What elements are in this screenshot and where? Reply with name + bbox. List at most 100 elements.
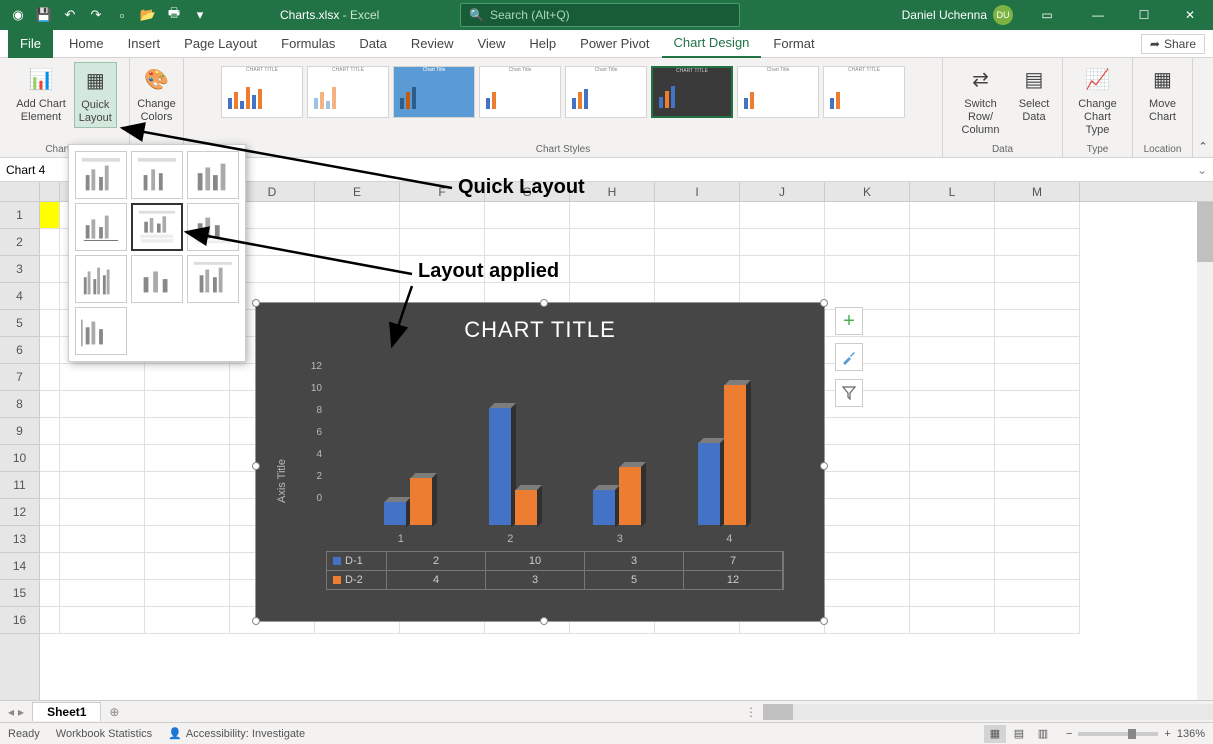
zoom-slider[interactable]: [1078, 732, 1158, 736]
maximize-button[interactable]: ☐: [1121, 0, 1167, 30]
layout-1[interactable]: [75, 151, 127, 199]
row-header[interactable]: 13: [0, 526, 39, 553]
col-header-a-partial[interactable]: [40, 182, 60, 201]
row-header[interactable]: 6: [0, 337, 39, 364]
redo-icon[interactable]: ↷: [84, 3, 108, 27]
autosave-toggle[interactable]: ◉: [6, 3, 30, 27]
undo-icon[interactable]: ↶: [58, 3, 82, 27]
chart-style-2[interactable]: CHART TITLE: [307, 66, 389, 118]
row-header[interactable]: 11: [0, 472, 39, 499]
col-header[interactable]: I: [655, 182, 740, 201]
cell-a1-yellow[interactable]: [40, 202, 60, 229]
chart-plot-area[interactable]: [326, 349, 784, 529]
row-header[interactable]: 14: [0, 553, 39, 580]
row-header[interactable]: 2: [0, 229, 39, 256]
chart-filter-button[interactable]: [835, 379, 863, 407]
sheet-tab-sheet1[interactable]: Sheet1: [32, 702, 101, 721]
chart-style-5[interactable]: Chart Title: [565, 66, 647, 118]
quick-layout-button[interactable]: ▦ Quick Layout: [74, 62, 117, 128]
select-all-corner[interactable]: [0, 182, 40, 201]
y-axis-title[interactable]: Axis Title: [276, 459, 288, 503]
chart-styles-button[interactable]: [835, 343, 863, 371]
change-colors-button[interactable]: 🎨 Change Colors: [133, 62, 180, 126]
resize-handle[interactable]: [540, 617, 548, 625]
layout-6[interactable]: [187, 203, 239, 251]
embedded-chart[interactable]: CHART TITLE Axis Title 12 10 8 6 4 2 0 1…: [255, 302, 825, 622]
formula-expand-icon[interactable]: ⌄: [1191, 163, 1213, 177]
zoom-out-button[interactable]: −: [1066, 728, 1072, 740]
row-header[interactable]: 12: [0, 499, 39, 526]
qat-more-icon[interactable]: ▾: [188, 3, 212, 27]
page-layout-view-button[interactable]: ▤: [1008, 725, 1030, 743]
tab-home[interactable]: Home: [57, 30, 116, 58]
layout-4[interactable]: [75, 203, 127, 251]
row-header[interactable]: 9: [0, 418, 39, 445]
tab-view[interactable]: View: [465, 30, 517, 58]
ribbon-collapse-icon[interactable]: ⌃: [1193, 58, 1213, 157]
sheet-next-icon[interactable]: ▸: [18, 705, 24, 719]
layout-2[interactable]: [131, 151, 183, 199]
tab-data[interactable]: Data: [347, 30, 398, 58]
chart-title[interactable]: CHART TITLE: [256, 303, 824, 349]
tab-formulas[interactable]: Formulas: [269, 30, 347, 58]
scroll-thumb[interactable]: [1197, 202, 1213, 262]
resize-handle[interactable]: [252, 299, 260, 307]
col-header[interactable]: K: [825, 182, 910, 201]
tab-page-layout[interactable]: Page Layout: [172, 30, 269, 58]
close-button[interactable]: ✕: [1167, 0, 1213, 30]
tab-review[interactable]: Review: [399, 30, 466, 58]
sheet-split[interactable]: ⋮: [739, 705, 763, 719]
print-icon[interactable]: 🖶: [162, 3, 186, 27]
tab-power-pivot[interactable]: Power Pivot: [568, 30, 661, 58]
row-header[interactable]: 10: [0, 445, 39, 472]
tab-file[interactable]: File: [8, 30, 53, 58]
sheet-prev-icon[interactable]: ◂: [8, 705, 14, 719]
layout-3[interactable]: [187, 151, 239, 199]
save-icon[interactable]: 💾: [32, 3, 56, 27]
col-header[interactable]: J: [740, 182, 825, 201]
row-header[interactable]: 5: [0, 310, 39, 337]
col-header[interactable]: E: [315, 182, 400, 201]
tab-insert[interactable]: Insert: [116, 30, 173, 58]
switch-row-column-button[interactable]: ⇄ Switch Row/ Column: [951, 62, 1010, 140]
tab-format[interactable]: Format: [761, 30, 826, 58]
chart-style-8[interactable]: CHART TITLE: [823, 66, 905, 118]
resize-handle[interactable]: [540, 299, 548, 307]
layout-10[interactable]: [75, 307, 127, 355]
tab-help[interactable]: Help: [517, 30, 568, 58]
chart-style-1[interactable]: CHART TITLE: [221, 66, 303, 118]
resize-handle[interactable]: [252, 617, 260, 625]
layout-8[interactable]: [131, 255, 183, 303]
user-account[interactable]: Daniel Uchenna DU: [902, 5, 1013, 25]
zoom-level[interactable]: 136%: [1177, 728, 1205, 740]
row-header[interactable]: 7: [0, 364, 39, 391]
chart-elements-button[interactable]: +: [835, 307, 863, 335]
layout-9[interactable]: [187, 255, 239, 303]
row-header[interactable]: 4: [0, 283, 39, 310]
open-icon[interactable]: 📂: [136, 3, 160, 27]
col-header[interactable]: L: [910, 182, 995, 201]
resize-handle[interactable]: [252, 462, 260, 470]
layout-7[interactable]: [75, 255, 127, 303]
row-header[interactable]: 1: [0, 202, 39, 229]
move-chart-button[interactable]: ▦ Move Chart: [1143, 62, 1183, 126]
row-header[interactable]: 16: [0, 607, 39, 634]
chart-style-7[interactable]: Chart Title: [737, 66, 819, 118]
col-header[interactable]: M: [995, 182, 1080, 201]
chart-style-4[interactable]: Chart Title: [479, 66, 561, 118]
add-sheet-button[interactable]: ⊕: [101, 705, 127, 719]
chart-style-6[interactable]: CHART TITLE: [651, 66, 733, 118]
accessibility-check[interactable]: 👤 Accessibility: Investigate: [168, 727, 305, 740]
row-header[interactable]: 8: [0, 391, 39, 418]
chart-style-3[interactable]: Chart Title: [393, 66, 475, 118]
hscroll-thumb[interactable]: [763, 704, 793, 720]
page-break-view-button[interactable]: ▥: [1032, 725, 1054, 743]
search-box[interactable]: 🔍 Search (Alt+Q): [460, 3, 740, 27]
tab-chart-design[interactable]: Chart Design: [662, 30, 762, 58]
horizontal-scrollbar[interactable]: [763, 704, 1213, 720]
row-header[interactable]: 3: [0, 256, 39, 283]
zoom-in-button[interactable]: +: [1164, 728, 1170, 740]
resize-handle[interactable]: [820, 299, 828, 307]
minimize-button[interactable]: —: [1075, 0, 1121, 30]
normal-view-button[interactable]: ▦: [984, 725, 1006, 743]
